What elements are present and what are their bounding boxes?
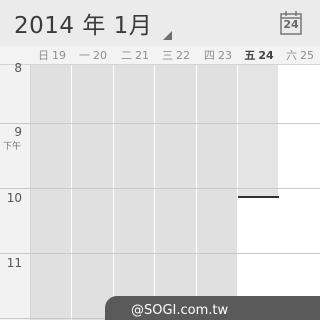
- pm-label: 下午: [2, 142, 21, 152]
- spinner-dropdown-icon[interactable]: [163, 31, 172, 40]
- day-header-wed[interactable]: 三 22: [155, 50, 197, 62]
- watermark-banner: @SOGI.com.tw: [105, 296, 320, 320]
- day-column-sun[interactable]: [31, 65, 72, 320]
- day-header-sun[interactable]: 日 19: [31, 50, 73, 62]
- day-column-wed[interactable]: [155, 65, 197, 320]
- day-header-tue[interactable]: 二 21: [114, 50, 156, 62]
- day-column-tue[interactable]: [114, 65, 155, 320]
- hour-line-9: [0, 123, 320, 124]
- watermark-text: @SOGI.com.tw: [131, 303, 229, 318]
- today-date: 24: [283, 18, 299, 31]
- day-header-fri-today[interactable]: 五 24: [238, 50, 280, 62]
- action-bar: 2014 年 1月 24: [0, 0, 320, 46]
- day-column-fri-past[interactable]: [238, 65, 279, 197]
- calendar-week-view: 2014 年 1月 24 日 19 一 20 二 21 三 22 四 23 五 24 六 25…: [0, 0, 320, 320]
- hour-line-11: [0, 253, 320, 254]
- day-header-row: 日 19 一 20 二 21 三 22 四 23 五 24 六 25: [0, 46, 320, 65]
- time-gutter: 8 9 下午 10 11: [0, 61, 31, 320]
- month-title[interactable]: 2014 年 1月: [14, 6, 152, 40]
- day-header-thu[interactable]: 四 23: [197, 50, 239, 62]
- time-grid: 8 9 下午 10 11: [0, 61, 320, 320]
- hour-label-9: 9: [14, 125, 22, 139]
- current-time-indicator: [238, 196, 279, 198]
- hour-label-10: 10: [6, 191, 22, 205]
- day-header-mon[interactable]: 一 20: [72, 50, 114, 62]
- day-header-sat[interactable]: 六 25: [279, 50, 320, 62]
- today-button[interactable]: 24: [280, 11, 302, 35]
- day-column-sat[interactable]: [279, 65, 320, 320]
- hour-line-10: [0, 188, 320, 189]
- hour-label-11: 11: [6, 256, 22, 270]
- day-column-thu[interactable]: [197, 65, 238, 320]
- hour-label-8: 8: [14, 61, 22, 75]
- day-column-mon[interactable]: [72, 65, 114, 320]
